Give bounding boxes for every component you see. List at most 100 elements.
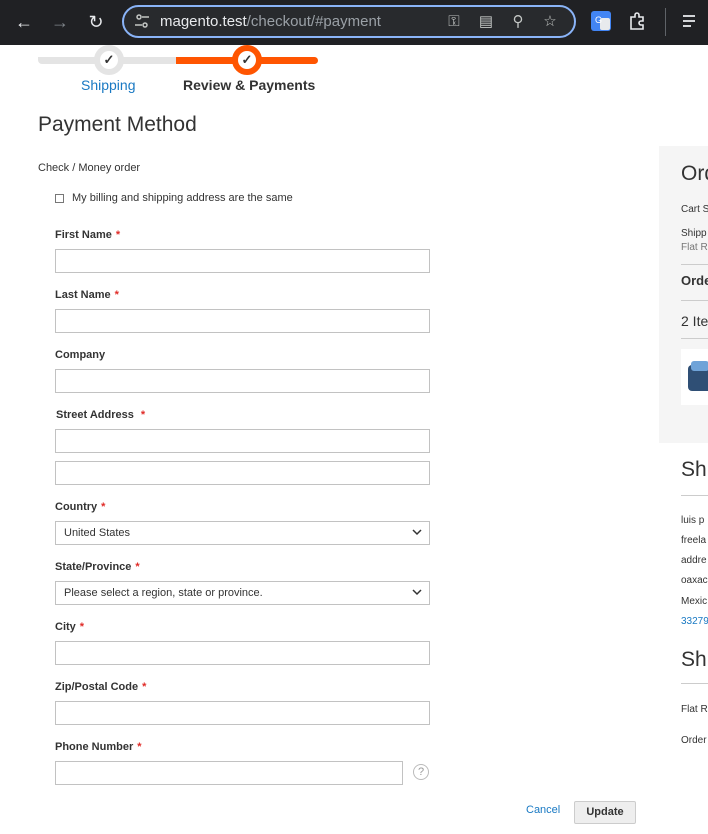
step-review-label: Review & Payments xyxy=(183,77,316,93)
region-label: State/Province * xyxy=(55,561,140,573)
ship-to-line: oaxac xyxy=(681,575,708,586)
order-summary-panel: Ord Cart S Shipp Flat R Orde 2 Ite xyxy=(659,146,708,443)
order-total-label: Orde xyxy=(681,273,708,288)
country-select[interactable]: United States xyxy=(55,521,430,545)
bag-image-flap xyxy=(691,361,708,371)
required-mark: * xyxy=(140,409,146,421)
payment-method-name[interactable]: Check / Money order xyxy=(38,162,140,174)
shipping-label: Shipp xyxy=(681,228,707,239)
company-input[interactable] xyxy=(55,369,430,393)
ship-method-title-text: Shi xyxy=(681,648,708,671)
checkout-progress-bar: ✓ ✓ Shipping Review & Payments xyxy=(38,45,328,105)
ship-to-divider xyxy=(681,495,708,496)
ship-to-title-text: Shi xyxy=(681,458,708,481)
same-address-label[interactable]: My billing and shipping address are the … xyxy=(72,192,293,204)
summary-divider xyxy=(681,264,708,265)
country-selected-value: United States xyxy=(64,527,131,539)
zip-label: Zip/Postal Code * xyxy=(55,681,146,693)
step-shipping-link[interactable]: Shipping xyxy=(81,77,136,93)
phone-label: Phone Number * xyxy=(55,741,142,753)
payment-method-title: Payment Method xyxy=(38,113,197,136)
chevron-down-icon xyxy=(412,529,422,536)
step-review-marker: ✓ xyxy=(232,45,262,75)
required-mark: * xyxy=(79,621,85,633)
company-label-text: Company xyxy=(55,349,106,361)
required-mark: * xyxy=(135,561,140,573)
required-mark: * xyxy=(101,501,106,513)
google-translate-extension-icon[interactable]: G xyxy=(590,10,612,32)
back-icon[interactable]: ← xyxy=(10,8,38,36)
street-line-1-input[interactable] xyxy=(55,429,430,453)
ship-method-title: Shi xyxy=(681,648,708,672)
country-label: Country * xyxy=(55,501,105,513)
update-button[interactable]: Update xyxy=(574,801,636,824)
company-label: Company xyxy=(55,349,105,361)
reload-icon[interactable]: ↻ xyxy=(82,8,110,36)
first-name-label: First Name * xyxy=(55,229,120,241)
summary-divider xyxy=(681,338,708,339)
svg-text:G: G xyxy=(595,15,602,25)
address-bar[interactable]: magento.test/checkout/#payment ⚿ ▤ ⚲ ☆ xyxy=(122,5,576,38)
ship-to-line: addre xyxy=(681,555,707,566)
key-icon[interactable]: ⚿ xyxy=(444,12,464,32)
same-address-option[interactable]: My billing and shipping address are the … xyxy=(55,192,293,204)
shipping-method-label: Flat R xyxy=(681,242,708,253)
phone-label-text: Phone Number xyxy=(55,741,134,753)
url-path: /checkout/#payment xyxy=(246,13,381,30)
region-select[interactable]: Please select a region, state or provinc… xyxy=(55,581,430,605)
street-label: Street Address * xyxy=(56,409,145,421)
street-line-2-input[interactable] xyxy=(55,461,430,485)
zip-label-text: Zip/Postal Code xyxy=(55,681,139,693)
required-mark: * xyxy=(142,681,147,693)
first-name-label-text: First Name xyxy=(55,229,112,241)
url-host: magento.test xyxy=(160,13,247,30)
cart-subtotal-label: Cart S xyxy=(681,204,708,215)
reading-list-icon[interactable] xyxy=(680,10,702,32)
extensions-icon[interactable] xyxy=(626,10,648,32)
product-thumbnail xyxy=(681,349,708,405)
required-mark: * xyxy=(115,229,121,241)
last-name-label-text: Last Name xyxy=(55,289,111,301)
last-name-input[interactable] xyxy=(55,309,430,333)
region-selected-value: Please select a region, state or provinc… xyxy=(64,587,263,599)
site-settings-icon[interactable] xyxy=(134,13,150,29)
phone-input[interactable] xyxy=(55,761,403,785)
city-input[interactable] xyxy=(55,641,430,665)
chevron-down-icon xyxy=(412,589,422,596)
city-label-text: City xyxy=(55,621,76,633)
url-text: magento.test/checkout/#payment xyxy=(160,13,381,30)
check-icon: ✓ xyxy=(241,52,253,67)
question-mark-icon[interactable]: ? xyxy=(413,764,429,780)
checkout-page: ✓ ✓ Shipping Review & Payments Payment M… xyxy=(0,45,708,834)
ship-to-title: Shi xyxy=(681,458,708,482)
items-in-cart-toggle[interactable]: 2 Ite xyxy=(681,313,708,329)
ship-to-line: freela xyxy=(681,535,707,546)
step-shipping-marker: ✓ xyxy=(94,45,124,75)
required-mark: * xyxy=(137,741,142,753)
ship-to-line: Mexic xyxy=(681,596,708,607)
required-mark: * xyxy=(114,289,119,301)
order-comment-label: Order xyxy=(681,735,707,746)
ship-to-phone-link[interactable]: 33279 xyxy=(681,616,708,627)
bookmark-star-icon[interactable]: ☆ xyxy=(540,12,560,32)
ship-method-divider xyxy=(681,683,708,684)
same-address-checkbox[interactable] xyxy=(55,193,64,203)
toolbar-divider xyxy=(665,8,666,36)
zoom-icon[interactable]: ⚲ xyxy=(508,12,528,32)
region-label-text: State/Province xyxy=(55,561,132,573)
browser-toolbar: ← → ↻ magento.test/checkout/#payment ⚿ ▤… xyxy=(0,0,708,45)
order-summary-title: Ord xyxy=(681,162,708,185)
first-name-input[interactable] xyxy=(55,249,430,273)
ship-method-value: Flat R xyxy=(681,704,708,715)
zip-input[interactable] xyxy=(55,701,430,725)
forward-icon[interactable]: → xyxy=(46,8,74,36)
translate-icon[interactable]: ▤ xyxy=(476,12,496,32)
last-name-label: Last Name * xyxy=(55,289,119,301)
country-label-text: Country xyxy=(55,501,98,513)
ship-to-line: luis p xyxy=(681,515,705,526)
cancel-link[interactable]: Cancel xyxy=(526,804,560,816)
city-label: City * xyxy=(55,621,84,633)
check-icon: ✓ xyxy=(103,52,115,67)
street-label-text: Street Address xyxy=(56,409,134,421)
summary-divider xyxy=(681,300,708,301)
